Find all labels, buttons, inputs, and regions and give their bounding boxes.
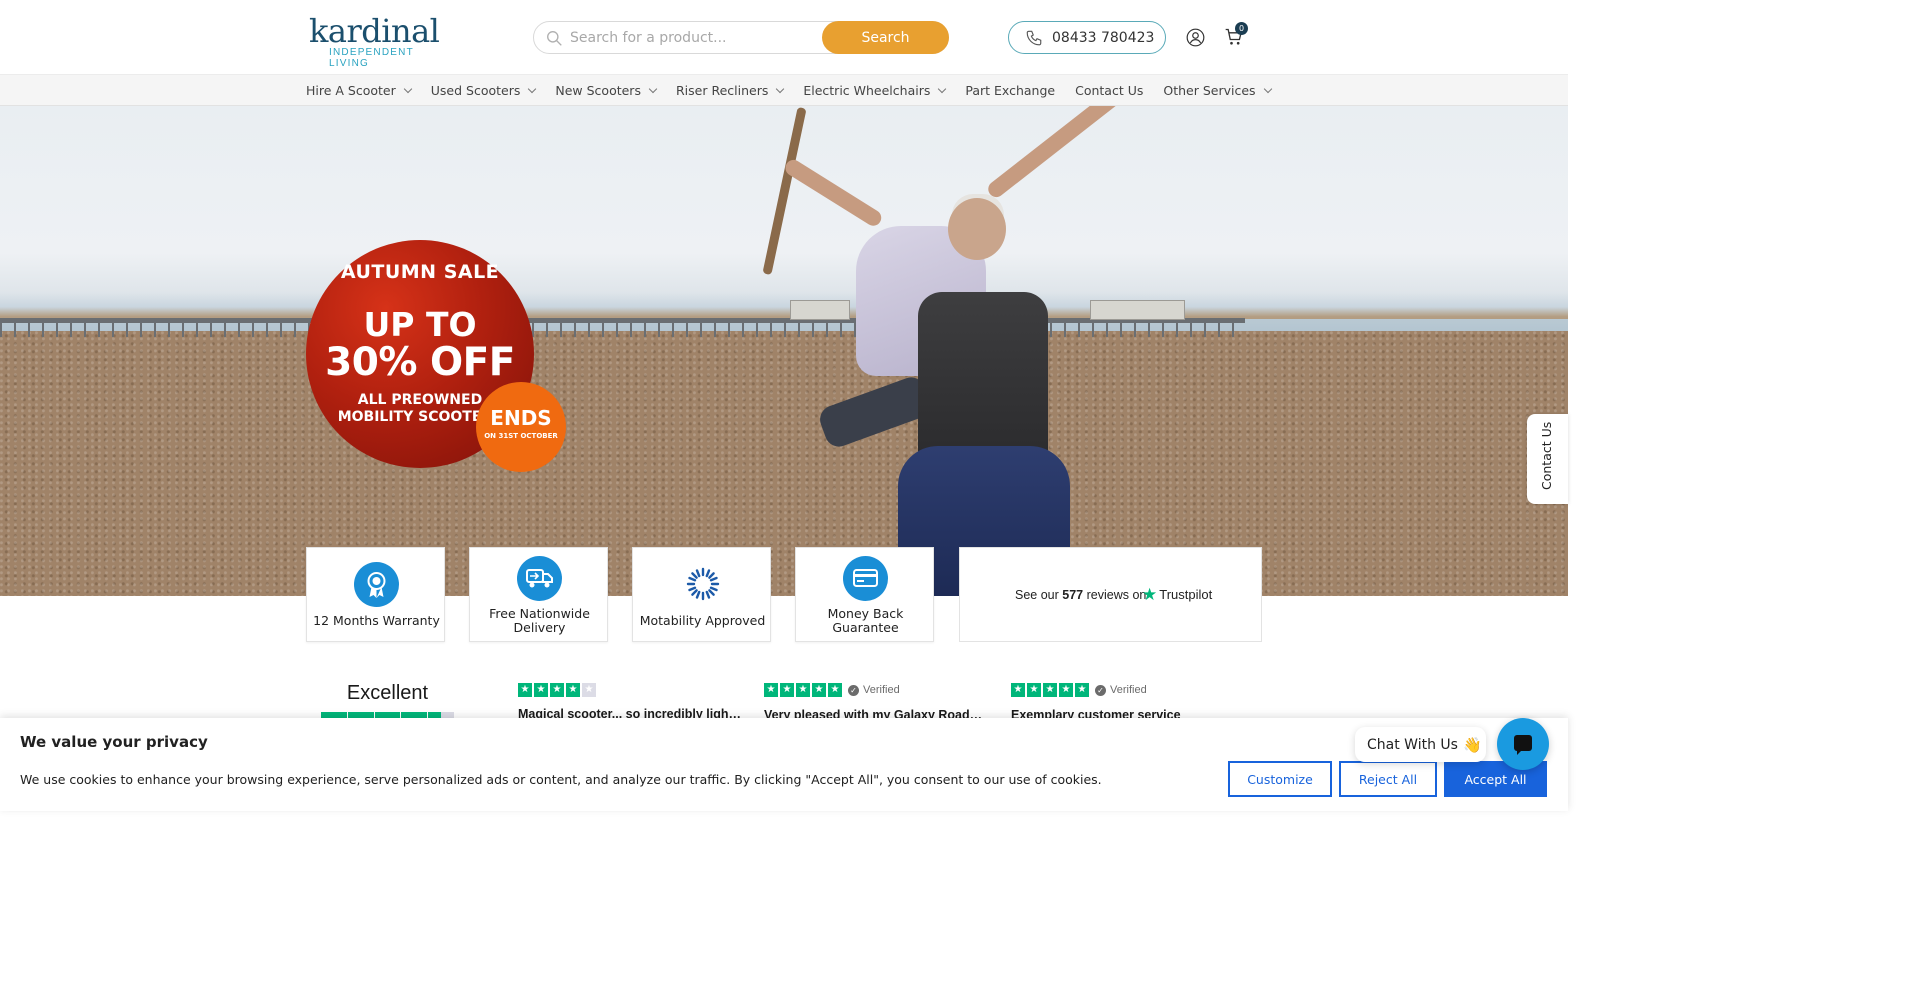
feature-money-back: Money Back Guarantee xyxy=(795,547,934,642)
search-bar: Search xyxy=(533,21,949,54)
motability-logo-icon xyxy=(686,567,720,601)
nav-item-used-scooters[interactable]: Used Scooters xyxy=(430,83,537,98)
review-count: 577 xyxy=(1062,588,1084,602)
sale-up-to: UP TO xyxy=(363,305,477,344)
feature-warranty: 12 Months Warranty xyxy=(306,547,445,642)
nav-item-label: Part Exchange xyxy=(965,83,1056,98)
chat-bubble-icon xyxy=(1514,735,1532,755)
nav-item-label: Other Services xyxy=(1163,83,1256,98)
nav-item-electric-wheelchairs[interactable]: Electric Wheelchairs xyxy=(803,83,947,98)
nav-items: Hire A Scooter Used Scooters New Scooters R… xyxy=(306,75,1291,106)
kardinal-logo[interactable]: kardinal INDEPENDENT LIVING xyxy=(309,12,449,69)
trustpilot-logo[interactable]: ★ Trustpilot xyxy=(1142,586,1212,603)
chat-with-us-label[interactable]: Chat With Us 👋 xyxy=(1355,727,1486,762)
nav-item-contact-us[interactable]: Contact Us xyxy=(1075,83,1143,98)
ends-label: ENDS xyxy=(490,406,552,430)
contact-us-side-tab[interactable]: Contact Us xyxy=(1527,414,1568,504)
phone-button[interactable]: 08433 780423 xyxy=(1008,21,1166,54)
trustpilot-text: See our 577 reviews on xyxy=(1015,588,1147,602)
feature-delivery: Free Nationwide Delivery xyxy=(469,547,608,642)
sale-title: AUTUMN SALE xyxy=(340,261,500,283)
nav-item-label: Used Scooters xyxy=(430,83,521,98)
nav-item-label: Riser Recliners xyxy=(675,83,769,98)
search-button[interactable]: Search xyxy=(822,21,949,54)
hero-beach xyxy=(0,331,1568,596)
chevron-down-icon xyxy=(528,84,537,93)
nav-item-label: New Scooters xyxy=(555,83,641,98)
nav-item-label: Hire A Scooter xyxy=(306,83,396,98)
reject-all-button[interactable]: Reject All xyxy=(1339,761,1437,797)
phone-number: 08433 780423 xyxy=(1052,29,1155,46)
hero-pier xyxy=(0,300,1250,340)
nav-item-label: Electric Wheelchairs xyxy=(803,83,931,98)
trustpilot-widget[interactable]: See our 577 reviews on ★ Trustpilot xyxy=(959,547,1262,642)
award-ribbon-icon xyxy=(354,562,399,607)
walking-stick xyxy=(762,106,807,276)
feature-motability: Motability Approved xyxy=(632,547,771,642)
ends-date: ON 31ST OCTOBER xyxy=(484,432,558,440)
check-icon: ✓ xyxy=(848,685,859,696)
check-icon: ✓ xyxy=(1095,685,1106,696)
credit-card-icon xyxy=(843,556,888,601)
cookie-text: We use cookies to enhance your browsing … xyxy=(20,772,1102,787)
review-card[interactable]: ★ ★ ★ ★ ★ ✓ Verified Very pleased with my Gal… xyxy=(764,683,989,722)
review-stars: ★ ★ ★ ★ ★ xyxy=(764,683,842,697)
nav-item-other-services[interactable]: Other Services xyxy=(1163,83,1272,98)
phone-icon xyxy=(1026,30,1042,45)
feature-label: Motability Approved xyxy=(639,613,766,628)
chat-launcher-button[interactable] xyxy=(1497,718,1549,770)
nav-item-label: Contact Us xyxy=(1075,83,1144,98)
nav-item-riser-recliners[interactable]: Riser Recliners xyxy=(675,83,785,98)
account-icon[interactable] xyxy=(1186,28,1205,47)
review-stars: ★ ★ ★ ★ ★ xyxy=(1011,683,1089,697)
waving-hand-icon: 👋 xyxy=(1462,735,1482,754)
rating-summary-word: Excellent xyxy=(346,682,429,704)
chat-label: Chat With Us xyxy=(1367,736,1458,753)
nav-item-part-exchange[interactable]: Part Exchange xyxy=(965,83,1055,98)
chevron-down-icon xyxy=(648,84,658,93)
logo-tagline: INDEPENDENT LIVING xyxy=(329,47,414,69)
chevron-down-icon xyxy=(776,84,785,93)
chevron-down-icon xyxy=(938,84,947,93)
review-card[interactable]: ★ ★ ★ ★ ★ Magical scooter... so incredibly l… xyxy=(518,683,743,721)
search-input[interactable] xyxy=(570,27,820,49)
cart-count-badge: 0 xyxy=(1235,22,1248,35)
nav-item-new-scooters[interactable]: New Scooters xyxy=(555,83,658,98)
feature-label: Free Nationwide Delivery xyxy=(489,606,590,635)
feature-label: 12 Months Warranty xyxy=(313,613,440,628)
delivery-truck-icon xyxy=(517,556,562,601)
chevron-down-icon xyxy=(403,84,413,93)
trustpilot-brand: Trustpilot xyxy=(1159,587,1213,602)
sale-ends-badge: ENDS ON 31ST OCTOBER xyxy=(476,382,566,472)
feature-label: Money Back Guarantee xyxy=(827,606,904,635)
review-stars: ★ ★ ★ ★ ★ xyxy=(518,683,596,697)
main-navigation: Hire A Scooter Used Scooters New Scooters R… xyxy=(0,74,1568,106)
cookie-consent-banner: We value your privacy We use cookies to … xyxy=(0,718,1568,811)
trustpilot-star-icon: ★ xyxy=(1142,585,1158,604)
customize-button[interactable]: Customize xyxy=(1228,761,1332,797)
site-header: kardinal INDEPENDENT LIVING Search 08433… xyxy=(0,0,1568,74)
chevron-down-icon xyxy=(1263,84,1272,93)
nav-item-hire-a-scooter[interactable]: Hire A Scooter xyxy=(306,83,413,98)
search-icon xyxy=(547,31,562,46)
cookie-title: We value your privacy xyxy=(20,733,208,751)
review-card[interactable]: ★ ★ ★ ★ ★ ✓ Verified Exemplary customer servi… xyxy=(1011,683,1236,722)
verified-badge: ✓ Verified xyxy=(1095,683,1147,698)
contact-tab-label: Contact Us xyxy=(1539,421,1554,490)
sale-discount: 30% OFF xyxy=(325,340,515,385)
logo-wordmark: kardinal xyxy=(309,12,440,50)
hero-banner[interactable]: AUTUMN SALE UP TO 30% OFF ALL PREOWNED M… xyxy=(0,106,1568,596)
scooter-seat xyxy=(918,292,1048,472)
verified-badge: ✓ Verified xyxy=(848,683,900,698)
